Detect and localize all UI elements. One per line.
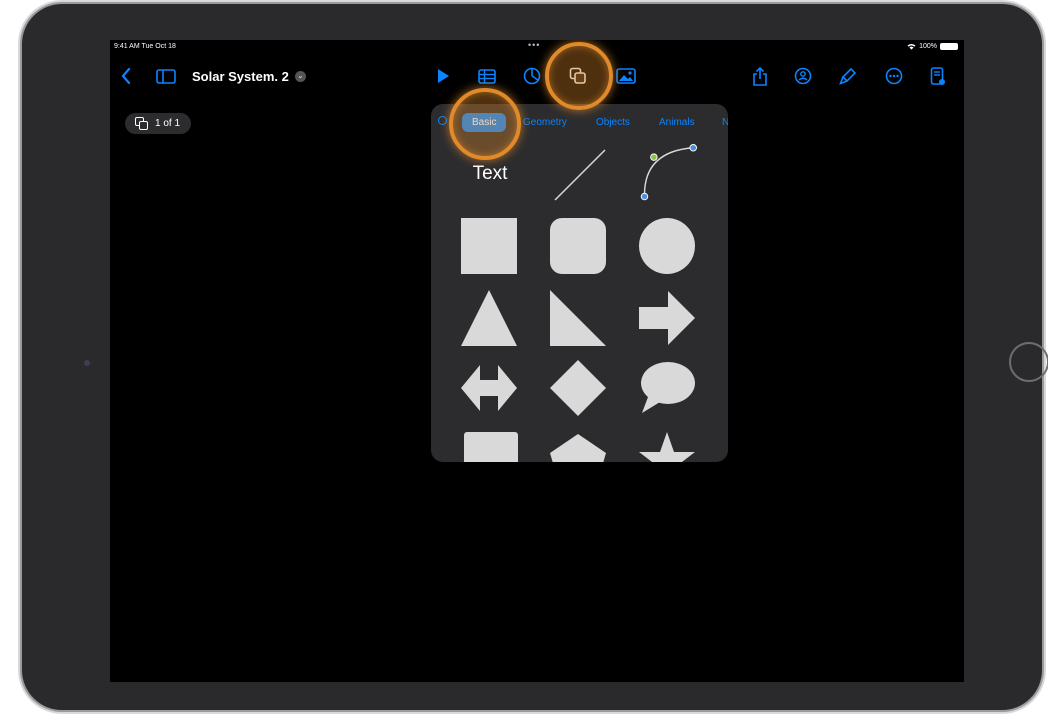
status-bar: 9:41 AM Tue Oct 18 ••• 100%	[110, 40, 964, 54]
home-button[interactable]	[1009, 342, 1048, 382]
multitasking-dots[interactable]: •••	[528, 40, 540, 50]
tab-objects[interactable]: Objects	[596, 117, 630, 128]
tab-more[interactable]: N	[722, 117, 728, 128]
shapes-icon[interactable]	[566, 64, 590, 88]
screen: 9:41 AM Tue Oct 18 ••• 100% Solar System…	[110, 40, 964, 682]
shape-line[interactable]	[549, 144, 609, 204]
shape-pentagon[interactable]	[548, 430, 608, 462]
chart-icon[interactable]	[520, 64, 544, 88]
tab-basic[interactable]: Basic	[462, 113, 507, 132]
text-shape-label: Text	[472, 163, 508, 184]
toolbar: Solar System. 2 ⌄	[110, 60, 964, 92]
document-title[interactable]: Solar System. 2 ⌄	[192, 69, 306, 84]
search-icon[interactable]	[438, 116, 447, 125]
front-camera	[84, 360, 90, 366]
collaborate-icon[interactable]	[791, 64, 815, 88]
table-icon[interactable]	[475, 64, 499, 88]
shape-rounded-square[interactable]	[548, 216, 608, 276]
shape-curve[interactable]	[637, 144, 697, 204]
shape-diamond[interactable]	[548, 358, 608, 418]
page-counter[interactable]: 1 of 1	[125, 113, 192, 134]
play-icon[interactable]	[431, 64, 455, 88]
more-icon[interactable]	[882, 64, 906, 88]
battery-percent: 100%	[919, 43, 937, 50]
shape-triangle[interactable]	[459, 288, 519, 348]
back-chevron-icon[interactable]	[114, 64, 138, 88]
document-setup-icon[interactable]	[926, 64, 950, 88]
battery-icon	[940, 43, 958, 50]
format-brush-icon[interactable]	[836, 64, 860, 88]
page-counter-label: 1 of 1	[155, 118, 181, 129]
tab-animals[interactable]: Animals	[659, 117, 695, 128]
share-icon[interactable]	[748, 64, 772, 88]
shape-double-arrow[interactable]	[459, 358, 519, 418]
shapes-popover: Basic Geometry Objects Animals N Text	[431, 104, 728, 462]
status-indicators: 100%	[907, 43, 958, 50]
shape-star[interactable]	[637, 430, 697, 462]
sidebar-icon[interactable]	[154, 64, 178, 88]
tab-geometry[interactable]: Geometry	[523, 117, 567, 128]
pages-icon	[135, 117, 148, 130]
shape-speech-bubble[interactable]	[637, 358, 697, 418]
shape-arrow[interactable]	[637, 288, 697, 348]
shape-right-triangle[interactable]	[548, 288, 608, 348]
document-title-text: Solar System. 2	[192, 69, 289, 84]
status-time: 9:41 AM Tue Oct 18	[114, 43, 176, 50]
shape-square[interactable]	[459, 216, 519, 276]
shape-callout[interactable]	[459, 430, 519, 462]
chevron-down-icon: ⌄	[294, 71, 306, 82]
shape-category-tabs: Basic Geometry Objects Animals N	[431, 112, 728, 136]
wifi-icon	[907, 44, 916, 50]
media-icon[interactable]	[614, 64, 638, 88]
shape-text[interactable]: Text	[460, 144, 520, 204]
shape-circle[interactable]	[637, 216, 697, 276]
